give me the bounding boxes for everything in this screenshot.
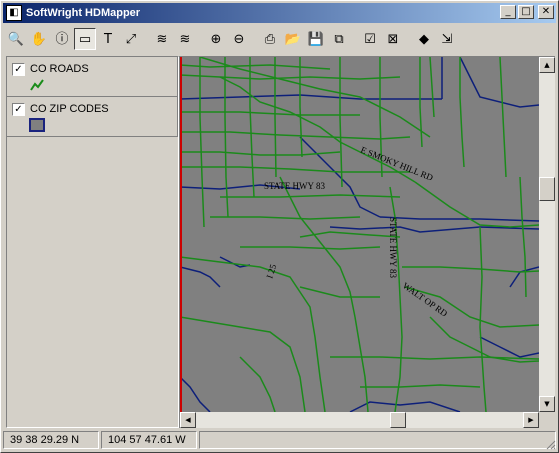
app-icon[interactable]: ◧ [6,5,22,21]
new-layer-icon: ⧉ [334,31,344,47]
scroll-corner [539,412,555,428]
zoom-tool-button[interactable]: 🔍 [5,28,27,50]
layer-name-co-zip-codes: CO ZIP CODES [30,103,109,115]
text-icon: T [104,31,112,47]
zoom-out-icon: ⊖ [233,31,245,47]
select-tool-button[interactable]: ▭ [74,28,96,50]
folder-open-icon: 📂 [284,31,302,47]
status-panel-empty [199,431,556,449]
remove-layer-icon: ⊠ [387,31,399,47]
printer-icon: ⎙ [264,31,276,47]
scroll-down-button[interactable]: ▼ [539,396,555,412]
text-tool-button[interactable]: T [97,28,119,50]
title-bar[interactable]: ◧ SoftWright HDMapper _ □ ✕ [3,3,556,23]
layer-checkbox-co-zip-codes[interactable]: ✓ [12,103,25,116]
app-window: ◧ SoftWright HDMapper _ □ ✕ 🔍 ✋ ⓘ ▭ T ⤢ ≋ ≋ ⊕ ⊖ ⎙ 📂… [0,0,559,453]
properties-tool-button[interactable]: ☑ [359,28,381,50]
close-button[interactable]: ✕ [538,5,554,19]
window-title: SoftWright HDMapper [26,7,141,19]
save-tool-button[interactable]: 💾 [305,28,327,50]
symbol-tool-button[interactable]: ◆ [413,28,435,50]
label-state-hwy-83-a: STATE HWY 83 [264,181,325,191]
export-icon: ⇲ [441,31,453,47]
zoom-in-icon: ⊕ [210,31,222,47]
zoom-in-tool-button[interactable]: ⊕ [205,28,227,50]
print-tool-button[interactable]: ⎙ [259,28,281,50]
vertical-scrollbar[interactable]: ▲ ▼ [539,57,555,412]
toolbar: 🔍 ✋ ⓘ ▭ T ⤢ ≋ ≋ ⊕ ⊖ ⎙ 📂 💾 ⧉ ☑ ⊠ ◆ ⇲ [3,25,556,53]
info-tool-button[interactable]: ⓘ [51,28,73,50]
zip-polygon-symbol-icon [29,118,45,132]
maximize-button[interactable]: □ [518,5,534,19]
symbol-icon: ◆ [419,31,429,47]
horizontal-scroll-thumb[interactable] [390,412,406,428]
map-canvas[interactable]: E SMOKY HILL RD STATE HWY 83 STATE HWY 8… [180,57,539,412]
layer-name-co-roads: CO ROADS [30,63,89,75]
scroll-right-button[interactable]: ▶ [523,412,539,428]
layers-edit-tool-button[interactable]: ≋ [174,28,196,50]
zoom-out-tool-button[interactable]: ⊖ [228,28,250,50]
window-controls: _ □ ✕ [500,5,554,19]
map-view[interactable]: E SMOKY HILL RD STATE HWY 83 STATE HWY 8… [179,56,555,428]
status-latitude: 39 38 29.29 N [3,431,99,449]
measure-tool-button[interactable]: ⤢ [120,28,142,50]
magnifier-icon: 🔍 [7,31,25,47]
pan-tool-button[interactable]: ✋ [28,28,50,50]
map-drawing[interactable]: E SMOKY HILL RD STATE HWY 83 STATE HWY 8… [180,57,539,412]
resize-grip-icon[interactable] [544,438,556,450]
measure-arrow-icon: ⤢ [125,31,137,47]
hand-icon: ✋ [30,31,48,47]
layers-icon: ≋ [156,31,168,47]
legend-layer-co-roads[interactable]: ✓ CO ROADS [7,57,178,97]
horizontal-scrollbar[interactable]: ◀ ▶ [180,412,539,428]
scroll-left-button[interactable]: ◀ [180,412,196,428]
info-icon: ⓘ [55,31,69,47]
layers-tool-button[interactable]: ≋ [151,28,173,50]
export-tool-button[interactable]: ⇲ [436,28,458,50]
status-bar: 39 38 29.29 N 104 57 47.61 W [3,430,556,450]
new-layer-tool-button[interactable]: ⧉ [328,28,350,50]
open-tool-button[interactable]: 📂 [282,28,304,50]
select-icon: ▭ [78,31,92,47]
scroll-up-button[interactable]: ▲ [539,57,555,73]
minimize-button[interactable]: _ [500,5,516,19]
layer-legend: ✓ CO ROADS ✓ CO ZIP CODES [6,56,179,428]
road-line-symbol-icon [30,79,44,91]
layer-checkbox-co-roads[interactable]: ✓ [12,63,25,76]
status-longitude: 104 57 47.61 W [101,431,197,449]
legend-layer-co-zip-codes[interactable]: ✓ CO ZIP CODES [7,97,178,137]
properties-check-icon: ☑ [364,31,376,47]
vertical-scroll-thumb[interactable] [539,177,555,201]
label-state-hwy-83-b: STATE HWY 83 [388,217,398,278]
layers-edit-icon: ≋ [179,31,191,47]
remove-tool-button[interactable]: ⊠ [382,28,404,50]
floppy-save-icon: 💾 [307,31,325,47]
